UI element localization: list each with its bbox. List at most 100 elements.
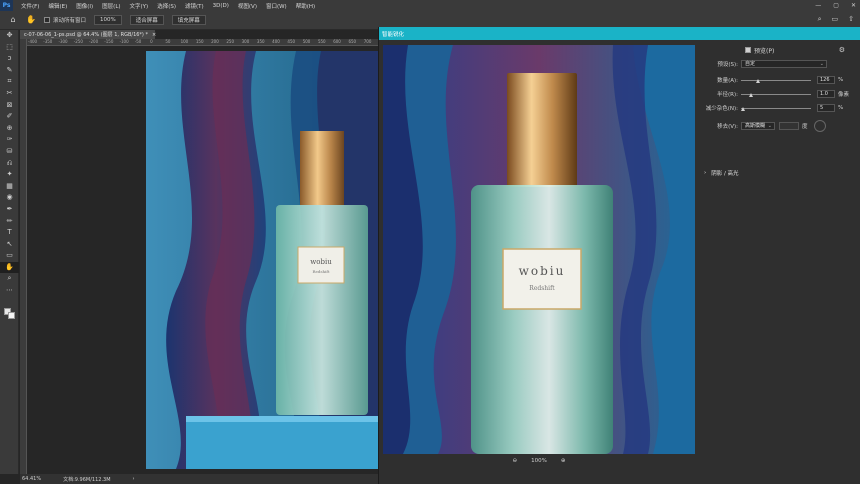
sharpen-settings: 预览(P) ⚙ 预设(S): 自定 ⌄ 数量(A): 126 % 半径(R): … <box>699 41 860 181</box>
preset-row: 预设(S): 自定 ⌄ <box>699 59 860 69</box>
ruler-tick-label: 350 <box>256 39 265 44</box>
ruler-tick-label: -400 <box>28 39 38 44</box>
reduce-noise-unit: % <box>838 105 844 111</box>
window-controls: — ▢ ✕ <box>815 0 856 11</box>
tool-button[interactable]: ✐ <box>0 111 19 123</box>
tool-button[interactable]: ✥ <box>0 30 19 42</box>
menu-3d[interactable]: 3D(D) <box>213 3 229 9</box>
tool-button[interactable]: ↄ <box>0 53 19 65</box>
status-zoom[interactable]: 64.41% <box>22 476 41 482</box>
amount-input[interactable]: 126 <box>817 76 835 84</box>
reduce-noise-slider-thumb[interactable] <box>741 106 746 111</box>
ruler-tick-label: 400 <box>272 39 280 44</box>
ruler-tick-label: -200 <box>89 39 99 44</box>
options-right-icons: ⌕ ▭ ⇧ <box>818 15 854 24</box>
zoom-100-button[interactable]: 100% <box>94 15 122 25</box>
home-icon[interactable]: ⌂ <box>8 15 18 25</box>
menu-file[interactable]: 文件(F) <box>21 2 39 10</box>
tool-button[interactable]: ✎ <box>0 65 19 77</box>
chevron-right-icon: › <box>704 170 707 176</box>
reduce-noise-input[interactable]: 5 <box>817 104 835 112</box>
remove-select[interactable]: 高斯模糊 ⌄ <box>741 122 775 130</box>
scroll-all-windows-checkbox[interactable]: 滚动所有窗口 <box>44 16 86 24</box>
amount-slider-thumb[interactable] <box>756 78 760 83</box>
menu-layer[interactable]: 图层(L) <box>102 2 120 10</box>
ruler-tick-label: -250 <box>73 39 83 44</box>
tool-button[interactable]: ✋ <box>0 261 19 274</box>
reduce-noise-label: 减少杂色(N): <box>705 106 738 112</box>
close-icon[interactable]: ✕ <box>851 2 856 9</box>
ruler-tick-label: 150 <box>195 39 204 44</box>
preview-label-brand: wobiu <box>519 264 566 278</box>
radius-slider[interactable] <box>741 92 811 97</box>
tool-button[interactable]: ▦ <box>0 181 19 193</box>
menu-select[interactable]: 选择(S) <box>157 2 176 10</box>
amount-slider[interactable] <box>741 78 811 83</box>
fill-screen-button[interactable]: 填充屏幕 <box>171 15 206 25</box>
tool-button[interactable]: ⛁ <box>0 146 19 158</box>
photoshop-logo-icon: Ps <box>0 0 13 11</box>
share-icon[interactable]: ⇧ <box>848 15 854 24</box>
fit-screen-button[interactable]: 适合屏幕 <box>129 15 164 25</box>
document-tab-close-icon[interactable]: × <box>152 32 156 38</box>
ruler-tick-label: -150 <box>104 39 114 44</box>
remove-value: 高斯模糊 <box>745 123 766 129</box>
tool-button[interactable]: ✦ <box>0 169 19 181</box>
tool-button[interactable]: ⌕ <box>0 273 19 285</box>
menu-edit[interactable]: 编辑(E) <box>48 2 67 10</box>
preset-select[interactable]: 自定 ⌄ <box>741 60 827 68</box>
tool-button[interactable]: ⌗ <box>0 76 19 88</box>
checkbox-box[interactable] <box>44 17 50 23</box>
tool-button[interactable]: ▭ <box>0 250 19 262</box>
tool-button[interactable]: ⊠ <box>0 100 19 112</box>
scroll-all-windows-label: 滚动所有窗口 <box>53 18 87 24</box>
tool-button[interactable]: ⬚ <box>0 42 19 54</box>
search-icon[interactable]: ⌕ <box>818 15 822 24</box>
workspace-layout-icon[interactable]: ▭ <box>832 15 839 24</box>
settings-gear-icon[interactable]: ⚙ <box>839 46 845 54</box>
preset-label: 预设(S): <box>717 62 738 68</box>
ruler-tick-label: 300 <box>241 39 250 44</box>
ruler-tick-label: -50 <box>134 39 142 44</box>
tool-button[interactable]: ✏ <box>0 216 19 228</box>
menu-type[interactable]: 文字(Y) <box>130 2 149 10</box>
menu-view[interactable]: 视图(V) <box>238 2 257 10</box>
status-arrow-icon[interactable]: › <box>133 476 135 482</box>
minimize-icon[interactable]: — <box>815 2 821 9</box>
tool-button[interactable]: ✒ <box>0 204 19 216</box>
menu-help[interactable]: 帮助(H) <box>296 2 315 10</box>
background-color-swatch[interactable] <box>8 312 15 319</box>
maximize-icon[interactable]: ▢ <box>833 2 839 9</box>
ruler-tick-label: 250 <box>226 39 235 44</box>
preview-checkbox[interactable] <box>745 47 751 53</box>
menu-bar: Ps 文件(F) 编辑(E) 图像(I) 图层(L) 文字(Y) 选择(S) 滤… <box>0 0 860 11</box>
shadows-highlights-toggle[interactable]: › 阴影 / 高光 <box>704 169 739 177</box>
tool-button[interactable]: ◉ <box>0 192 19 204</box>
tool-button[interactable]: ✂ <box>0 88 19 100</box>
menu-filter[interactable]: 滤镜(T) <box>185 2 204 10</box>
reduce-noise-row: 减少杂色(N): 5 % <box>699 103 860 113</box>
document-canvas[interactable]: wobiu Redshift <box>146 51 378 469</box>
zoom-out-icon[interactable]: ⊖ <box>513 458 518 464</box>
tool-button[interactable]: ⎌ <box>0 158 19 170</box>
menu-image[interactable]: 图像(I) <box>76 2 93 10</box>
radius-input[interactable]: 1.0 <box>817 90 835 98</box>
zoom-in-icon[interactable]: ⊕ <box>561 458 566 464</box>
reduce-noise-slider[interactable] <box>741 106 811 111</box>
tool-button[interactable]: ↖ <box>0 239 19 251</box>
tool-button[interactable]: T <box>0 227 19 239</box>
preview-image[interactable]: wobiu Redshift <box>383 45 695 454</box>
tool-button[interactable]: ⊕ <box>0 123 19 135</box>
ruler-tick-label: -300 <box>58 39 68 44</box>
hand-tool-icon[interactable]: ✋ <box>26 15 36 25</box>
amount-label: 数量(A): <box>717 78 738 84</box>
document-tab[interactable]: c-07-06-06_1-ps.psd @ 64.4% (图层 1, RGB/1… <box>20 30 156 39</box>
tool-button[interactable]: ✑ <box>0 134 19 146</box>
menu-window[interactable]: 窗口(W) <box>266 2 287 10</box>
angle-dial-icon <box>813 120 826 132</box>
canvas-label-sub: Redshift <box>313 269 330 274</box>
tool-button[interactable]: ⋯ <box>0 285 19 297</box>
dialog-title-bar[interactable]: 智能锐化 <box>379 27 860 40</box>
preview-svg: wobiu Redshift <box>383 45 695 454</box>
radius-slider-thumb[interactable] <box>749 92 753 97</box>
